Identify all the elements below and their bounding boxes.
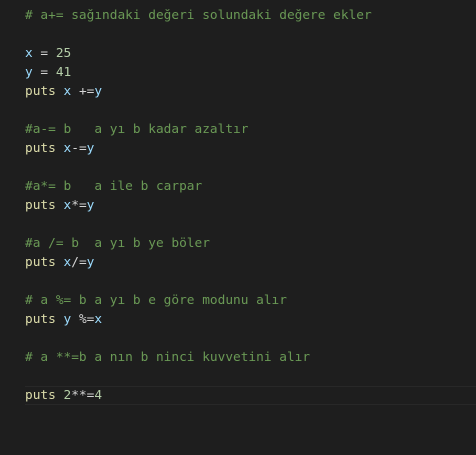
code-token-num: 41 xyxy=(55,65,72,80)
code-line[interactable]: x = 25 xyxy=(0,44,476,63)
code-line[interactable]: # a %= b a yı b e göre modunu alır xyxy=(0,291,476,310)
code-token-fn: puts xyxy=(25,141,64,156)
code-token-op: = xyxy=(32,46,56,61)
code-token-var: y xyxy=(94,84,103,99)
code-token-op: += xyxy=(71,84,95,99)
code-line[interactable]: # a **=b a nın b ninci kuvvetini alır xyxy=(0,348,476,367)
code-token-comment: #a-= b a yı b kadar azaltır xyxy=(25,122,249,137)
code-line[interactable]: y = 41 xyxy=(0,63,476,82)
code-token-comment: #a*= b a ile b carpar xyxy=(25,179,203,194)
code-token-num: 25 xyxy=(55,46,72,61)
code-line[interactable]: #a*= b a ile b carpar xyxy=(0,177,476,196)
code-token-var: x xyxy=(94,312,103,327)
code-token-comment: # a+= sağındaki değeri solundaki değere … xyxy=(25,8,372,23)
code-token-op: -= xyxy=(71,141,87,156)
code-line[interactable] xyxy=(0,101,476,120)
code-line[interactable]: #a /= b a yı b ye böler xyxy=(0,234,476,253)
code-line-current[interactable]: puts 2**=4 xyxy=(0,386,476,405)
code-token-op: *= xyxy=(71,198,87,213)
code-editor[interactable]: # a+= sağındaki değeri solundaki değere … xyxy=(0,6,476,405)
code-token-comment: #a /= b a yı b ye böler xyxy=(25,236,210,251)
code-token-num: 2 xyxy=(63,388,72,403)
code-token-comment: # a %= b a yı b e göre modunu alır xyxy=(25,293,287,308)
code-line[interactable] xyxy=(0,215,476,234)
code-token-fn: puts xyxy=(25,84,64,99)
code-line[interactable]: puts x-=y xyxy=(0,139,476,158)
code-line[interactable] xyxy=(0,367,476,386)
code-token-op: = xyxy=(32,65,56,80)
code-token-op: /= xyxy=(71,255,87,270)
code-token-fn: puts xyxy=(25,255,64,270)
code-line[interactable]: #a-= b a yı b kadar azaltır xyxy=(0,120,476,139)
code-line[interactable] xyxy=(0,25,476,44)
code-token-var: y xyxy=(86,255,95,270)
code-line[interactable]: puts y %=x xyxy=(0,310,476,329)
code-token-var: y xyxy=(86,198,95,213)
code-token-num: 4 xyxy=(94,388,103,403)
code-token-op: %= xyxy=(71,312,95,327)
code-line[interactable] xyxy=(0,329,476,348)
code-line[interactable]: # a+= sağındaki değeri solundaki değere … xyxy=(0,6,476,25)
code-line[interactable]: puts x*=y xyxy=(0,196,476,215)
code-token-fn: puts xyxy=(25,312,64,327)
code-token-fn: puts xyxy=(25,388,64,403)
code-line[interactable] xyxy=(0,272,476,291)
code-token-comment: # a **=b a nın b ninci kuvvetini alır xyxy=(25,350,311,365)
code-line[interactable]: puts x +=y xyxy=(0,82,476,101)
code-line[interactable]: puts x/=y xyxy=(0,253,476,272)
code-token-var: y xyxy=(86,141,95,156)
code-token-fn: puts xyxy=(25,198,64,213)
code-token-op: **= xyxy=(71,388,95,403)
code-line[interactable] xyxy=(0,158,476,177)
code-token-var: y xyxy=(25,65,33,80)
code-token-var: x xyxy=(25,46,33,61)
